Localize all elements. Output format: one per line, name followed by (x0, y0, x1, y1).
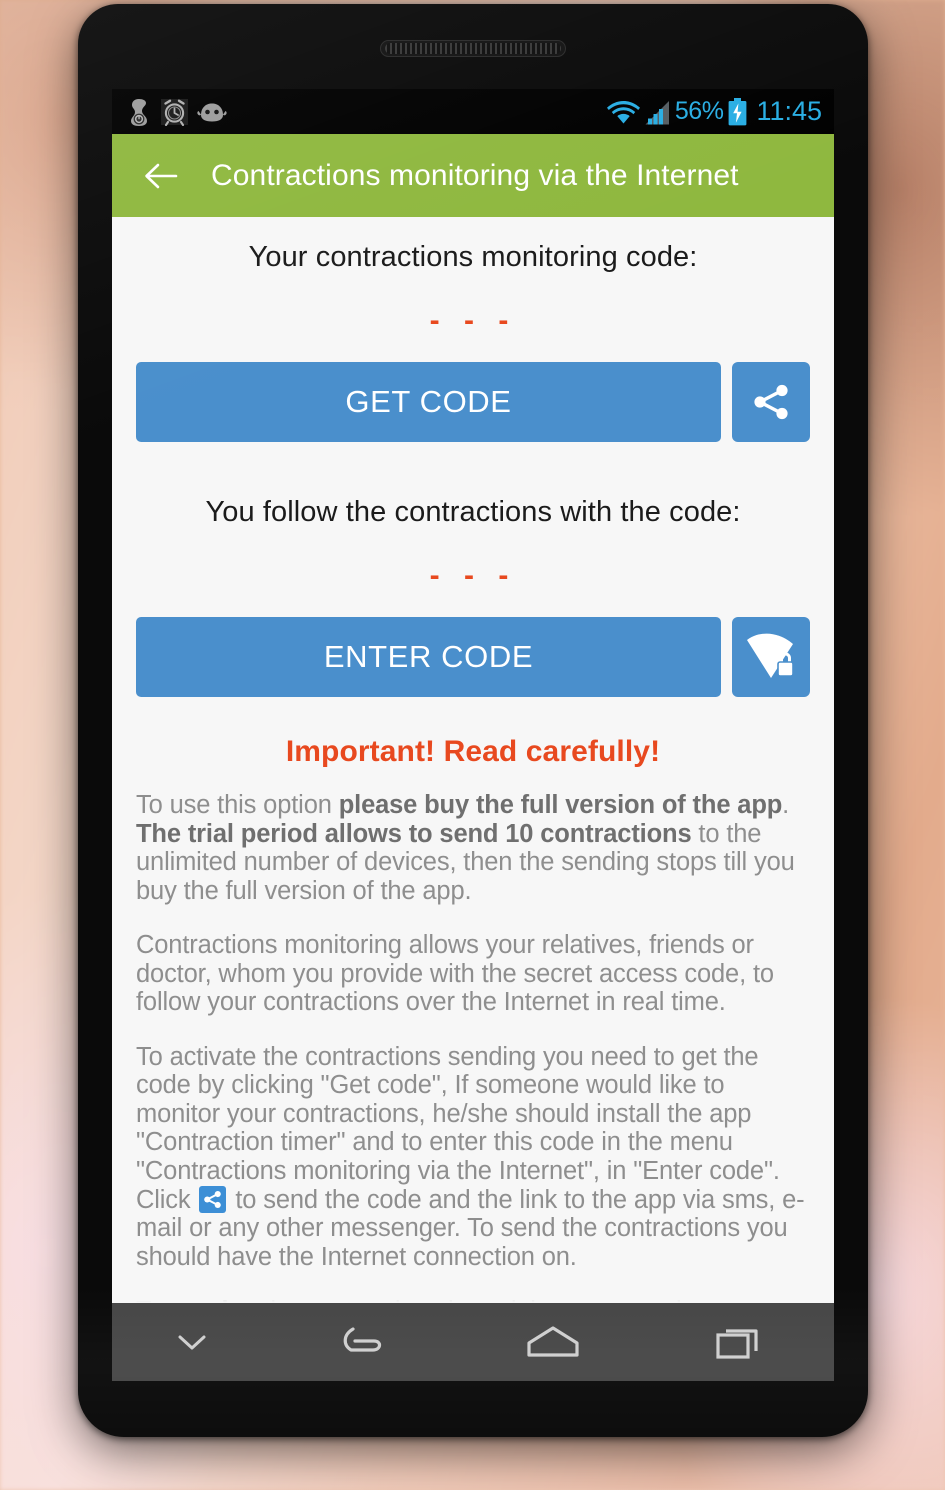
share-icon (754, 384, 788, 420)
enter-code-row: ENTER CODE (136, 617, 810, 697)
alarm-clock-icon (161, 98, 188, 126)
android-navigation-bar (112, 1303, 834, 1381)
recents-icon (716, 1329, 758, 1359)
follow-code-label: You follow the contractions with the cod… (205, 496, 741, 528)
paragraph-trial-info: To use this option please buy the full v… (136, 791, 810, 905)
back-button[interactable] (271, 1303, 459, 1381)
important-heading: Important! Read carefully! (285, 735, 661, 768)
enter-code-button[interactable]: ENTER CODE (136, 617, 721, 697)
speaker-mesh (385, 43, 561, 54)
get-code-row: GET CODE (136, 362, 810, 442)
p1-text-c: . (782, 791, 790, 819)
contraction-timer-icon (131, 98, 147, 126)
back-arrow-icon[interactable] (139, 154, 183, 198)
page-title: Contractions monitoring via the Internet (211, 158, 739, 192)
p1-text-b: please buy the full version of the app (338, 791, 783, 819)
get-code-button[interactable]: GET CODE (136, 362, 721, 442)
secure-connection-button[interactable] (732, 617, 810, 697)
home-icon (527, 1326, 579, 1357)
back-icon (343, 1327, 382, 1352)
p3-text-b: to send the code and the link to the app… (136, 1185, 805, 1271)
share-button[interactable] (732, 362, 810, 442)
paragraph-monitoring-info: Contractions monitoring allows your rela… (136, 931, 774, 1017)
android-head-icon (197, 103, 227, 121)
app-bar: Contractions monitoring via the Internet (112, 134, 834, 217)
hide-keyboard-button[interactable] (112, 1303, 271, 1381)
wifi-icon (606, 100, 640, 123)
phone-device-frame: 56% 11:45 Contractions monitoring via th… (78, 4, 868, 1437)
battery-charging-icon (729, 97, 747, 125)
cellular-signal-icon (645, 100, 669, 124)
recents-button[interactable] (646, 1303, 834, 1381)
your-code-label: Your contractions monitoring code: (248, 241, 698, 273)
p4-text-b: receive (170, 1297, 257, 1303)
status-bar: 56% 11:45 (112, 89, 834, 134)
follow-code-value: - - - (429, 559, 517, 592)
inline-share-icon (199, 1185, 227, 1213)
paragraph-receive-info: To receive the contractions in real time… (136, 1297, 810, 1303)
battery-percent-label: 56% (674, 97, 724, 125)
status-bar-notification-icons (126, 97, 227, 127)
paragraph-activation-info: To activate the contractions sending you… (136, 1043, 810, 1271)
your-code-value: - - - (429, 304, 517, 337)
wifi-lock-icon (747, 633, 794, 678)
p1-text-a: To use this option (136, 791, 339, 819)
earpiece-speaker-grille (380, 40, 566, 57)
status-bar-system-icons: 56% 11:45 (606, 96, 822, 127)
main-content-scroll[interactable]: Your contractions monitoring code: - - -… (112, 217, 834, 1303)
hide-keyboard-icon (178, 1335, 206, 1350)
p1-text-d: The trial period allows to send 10 contr… (136, 819, 692, 848)
home-button[interactable] (459, 1303, 647, 1381)
phone-screen: 56% 11:45 Contractions monitoring via th… (112, 89, 834, 1381)
status-bar-clock: 11:45 (756, 96, 822, 126)
p4-text-a: To (136, 1297, 170, 1303)
